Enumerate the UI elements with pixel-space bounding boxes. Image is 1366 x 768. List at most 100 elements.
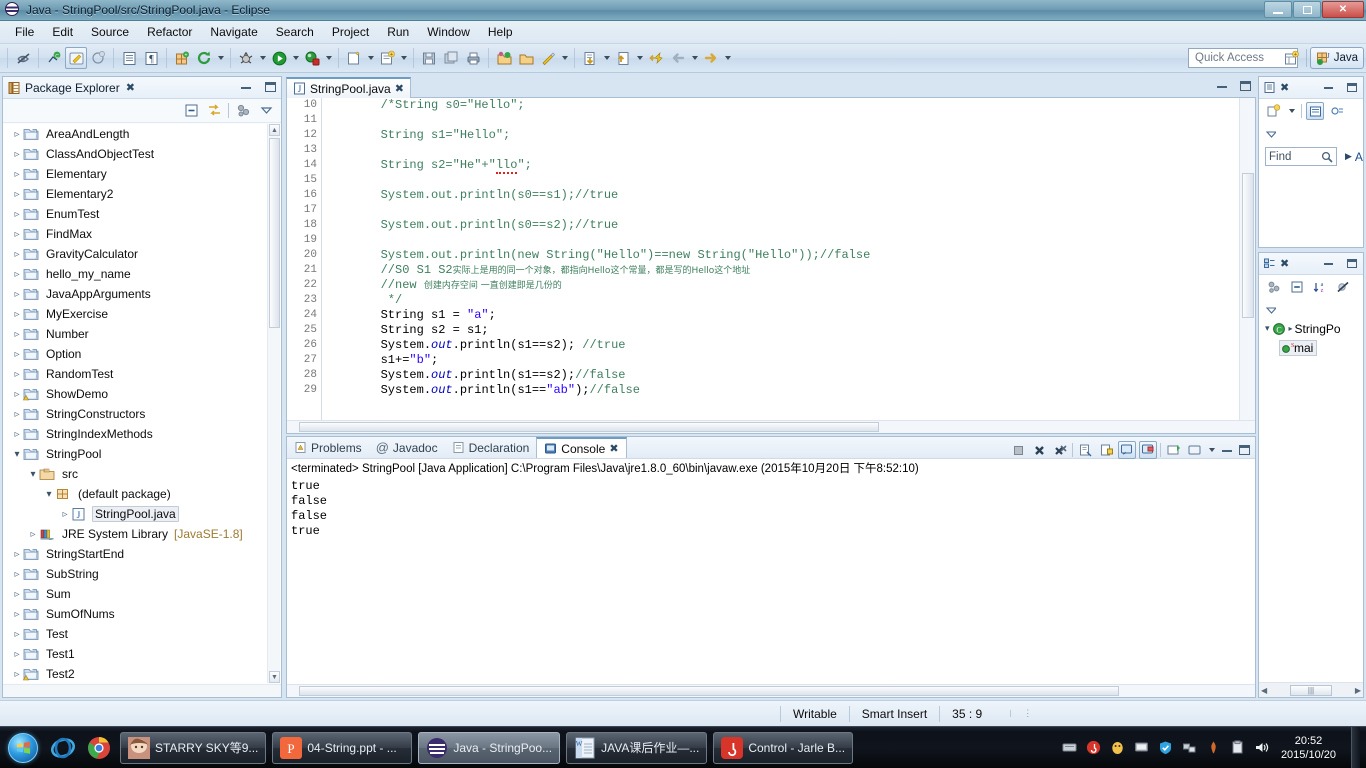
chevron-right-icon[interactable]: ▸ xyxy=(1289,324,1293,333)
source-code[interactable]: /*String s0="Hello"; String s1="Hello"; … xyxy=(323,98,1238,420)
console-minimize-icon[interactable] xyxy=(1220,443,1234,457)
chevron-right-icon[interactable] xyxy=(11,149,23,160)
code-line[interactable]: String s2 = s1; xyxy=(323,323,1238,338)
editor-vscrollbar[interactable] xyxy=(1239,98,1255,420)
chevron-right-icon[interactable] xyxy=(11,429,23,440)
code-line[interactable] xyxy=(323,233,1238,248)
outline-minimize-icon[interactable] xyxy=(1321,256,1335,270)
task-list-close-icon[interactable]: ✖ xyxy=(1280,81,1289,94)
terminate-icon[interactable] xyxy=(1009,441,1027,459)
outline-maximize-icon[interactable] xyxy=(1345,256,1359,270)
taskbar-app-powerpoint[interactable]: P 04-String.ppt - ... xyxy=(272,731,413,764)
package-explorer-hscrollbar[interactable] xyxy=(3,684,281,697)
tree-item-hello-my-name[interactable]: hello_my_name xyxy=(3,264,281,284)
chevron-right-icon[interactable] xyxy=(11,249,23,260)
outline-item-mai[interactable]: Smai xyxy=(1259,338,1363,357)
code-line[interactable]: /*String s0="Hello"; xyxy=(323,98,1238,113)
tree-item-sum[interactable]: Sum xyxy=(3,584,281,604)
tree-item-randomtest[interactable]: RandomTest xyxy=(3,364,281,384)
chevron-down-icon[interactable]: ▾ xyxy=(1265,323,1270,334)
categorized-mode-icon[interactable] xyxy=(1306,102,1324,120)
chevron-right-icon[interactable] xyxy=(11,389,23,400)
tree-item-javaapparguments[interactable]: JavaAppArguments xyxy=(3,284,281,304)
code-line[interactable]: System.out.println(new String("Hello")==… xyxy=(323,248,1238,263)
tab-javadoc[interactable]: @ Javadoc xyxy=(369,437,445,458)
outline-list[interactable]: ▾ C ▸ StringPo Smai xyxy=(1259,317,1363,357)
menu-window[interactable]: Window xyxy=(418,22,479,42)
run-icon[interactable] xyxy=(268,47,290,69)
menu-help[interactable]: Help xyxy=(479,22,522,42)
tree-item-findmax[interactable]: FindMax xyxy=(3,224,281,244)
chevron-right-icon[interactable] xyxy=(11,329,23,340)
filter-expand-icon[interactable]: ▶ xyxy=(1345,151,1352,162)
internet-explorer-icon[interactable] xyxy=(48,733,78,763)
debug-icon[interactable] xyxy=(235,47,257,69)
new-package-icon[interactable]: + xyxy=(171,47,193,69)
minimize-button[interactable] xyxy=(1264,1,1292,18)
chevron-right-icon[interactable] xyxy=(11,369,23,380)
export-icon[interactable] xyxy=(515,47,537,69)
view-menu-hierarchy-icon[interactable] xyxy=(234,102,252,120)
console-maximize-icon[interactable] xyxy=(1237,443,1251,457)
tree-item-src[interactable]: src xyxy=(3,464,281,484)
status-resize-grip[interactable]: ⋮ xyxy=(1010,709,1032,718)
code-line[interactable]: String s1="Hello"; xyxy=(323,128,1238,143)
minimize-icon[interactable] xyxy=(239,80,253,94)
taskbar-app-netease-music[interactable]: Control - Jarle B... xyxy=(713,731,854,764)
import-icon[interactable] xyxy=(493,47,515,69)
tab-console[interactable]: Console ✖ xyxy=(536,437,627,458)
open-task-icon[interactable] xyxy=(118,47,140,69)
code-line[interactable]: //S0 S1 S2实际上是用的同一个对象，都指向Hello这个常量，都是写的H… xyxy=(323,263,1238,278)
tree-item-sumofnums[interactable]: SumOfNums xyxy=(3,604,281,624)
new-task-icon[interactable] xyxy=(1264,102,1282,120)
code-line[interactable]: String s1 = "a"; xyxy=(323,308,1238,323)
code-line[interactable]: System.out.println(s1==s2); //true xyxy=(323,338,1238,353)
tray-clipboard-icon[interactable] xyxy=(1229,739,1246,756)
chevron-down-icon[interactable] xyxy=(11,449,23,460)
quick-fix-icon[interactable] xyxy=(537,47,559,69)
next-annotation-dropdown-icon[interactable] xyxy=(634,47,645,69)
chevron-right-icon[interactable] xyxy=(11,629,23,640)
menu-refactor[interactable]: Refactor xyxy=(138,22,201,42)
code-line[interactable]: System.out.println(s1==s2);//false xyxy=(323,368,1238,383)
open-type-icon[interactable] xyxy=(87,47,109,69)
code-line[interactable]: */ xyxy=(323,293,1238,308)
chevron-right-icon[interactable] xyxy=(11,169,23,180)
console-hscrollbar[interactable] xyxy=(287,684,1255,697)
menu-edit[interactable]: Edit xyxy=(43,22,82,42)
save-all-icon[interactable] xyxy=(440,47,462,69)
back-icon[interactable] xyxy=(667,47,689,69)
tree-item-jre-system-library[interactable]: JRE System Library [JavaSE-1.8] xyxy=(3,524,281,544)
task-list-maximize-icon[interactable] xyxy=(1345,80,1359,94)
scroll-left-icon[interactable]: ◀ xyxy=(1261,686,1267,695)
scroll-right-icon[interactable]: ▶ xyxy=(1355,686,1361,695)
taskbar-app-eclipse[interactable]: Java - StringPoo... xyxy=(418,731,561,764)
refresh-icon[interactable] xyxy=(193,47,215,69)
code-line[interactable] xyxy=(323,143,1238,158)
outline-item-stringpo[interactable]: ▾ C ▸ StringPo xyxy=(1259,319,1363,338)
code-line[interactable]: System.out.println(s0==s1);//true xyxy=(323,188,1238,203)
chevron-down-icon[interactable] xyxy=(27,469,39,480)
tray-antivirus-icon[interactable] xyxy=(1205,739,1222,756)
chevron-right-icon[interactable] xyxy=(11,409,23,420)
chevron-right-icon[interactable] xyxy=(11,289,23,300)
new-console-view-icon[interactable] xyxy=(1185,441,1203,459)
console-close-icon[interactable]: ✖ xyxy=(609,442,618,455)
tray-volume-icon[interactable] xyxy=(1253,739,1270,756)
scroll-thumb[interactable] xyxy=(269,138,280,328)
code-line[interactable] xyxy=(323,113,1238,128)
chevron-right-icon[interactable] xyxy=(11,649,23,660)
google-chrome-icon[interactable] xyxy=(84,733,114,763)
outline-scroll-thumb[interactable]: ||| xyxy=(1290,684,1332,696)
new-element-dropdown-icon[interactable] xyxy=(398,47,409,69)
tree-item-enumtest[interactable]: EnumTest xyxy=(3,204,281,224)
collapse-all-outline-icon[interactable] xyxy=(1288,278,1306,296)
perspective-java-button[interactable]: J Java xyxy=(1309,47,1364,69)
menu-run[interactable]: Run xyxy=(378,22,418,42)
tree-item-default-package[interactable]: (default package) xyxy=(3,484,281,504)
new-task-dropdown-icon[interactable] xyxy=(1286,100,1297,122)
chevron-right-icon[interactable] xyxy=(11,129,23,140)
pin-console-icon[interactable] xyxy=(1118,441,1136,459)
all-filter-label[interactable]: A xyxy=(1355,150,1363,164)
code-line[interactable]: //new 创建内存空间 一直创建即是几份的 xyxy=(323,278,1238,293)
